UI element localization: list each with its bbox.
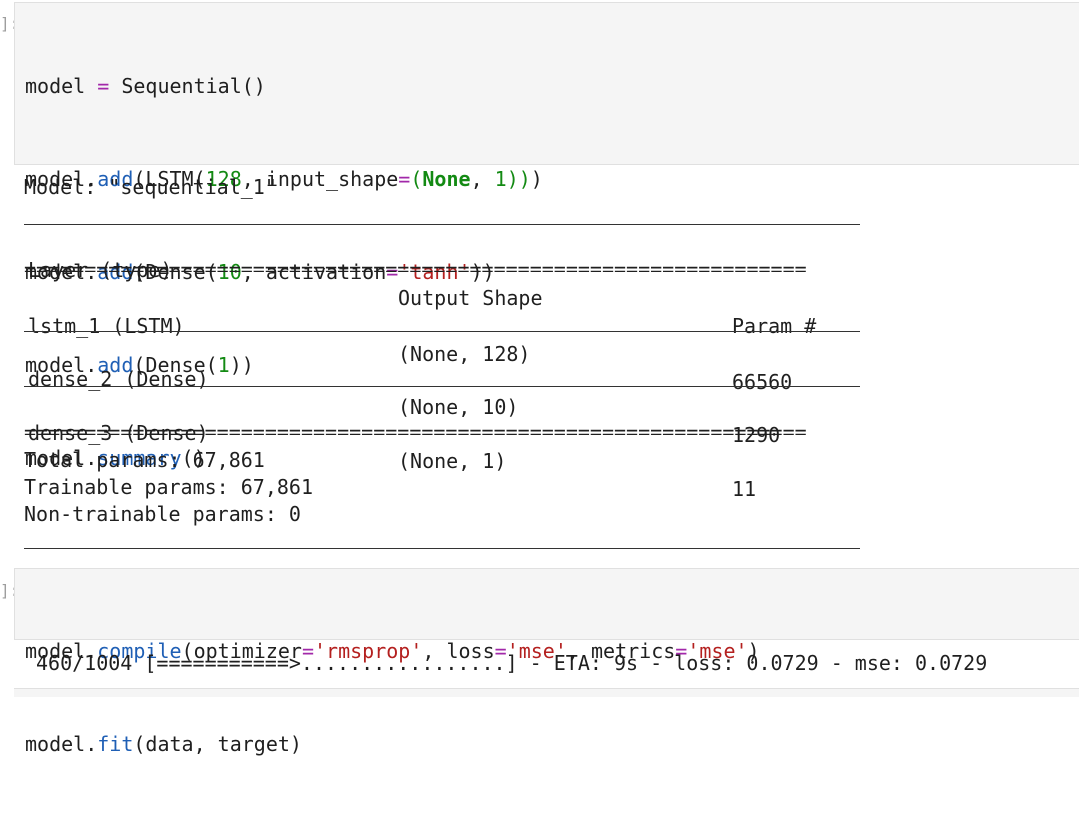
summary-rule-row1 <box>24 331 860 332</box>
summary-double-rule-1: ========================================… <box>24 266 860 272</box>
layer-name: lstm_1 (LSTM) <box>28 314 185 338</box>
summary-rule-bottom <box>24 548 860 549</box>
code-line-1: model = Sequential() <box>25 74 266 98</box>
table-row: dense_2 (Dense) (None, 10) 1290 <box>24 337 780 447</box>
output-shape: (None, 10) <box>398 395 519 419</box>
table-row: dense_3 (Dense) (None, 1) 11 <box>24 391 756 501</box>
layer-name: dense_2 (Dense) <box>28 367 209 391</box>
cell1-prompt: ]: <box>0 14 20 33</box>
model-name-line: Model: "sequential_1" <box>24 175 277 199</box>
output-shape: (None, 1) <box>398 449 507 473</box>
code-cell-2[interactable]: model.compile(optimizer='rmsprop', loss=… <box>14 568 1079 756</box>
summary-rule-top <box>24 224 860 225</box>
cell2-prompt: ]: <box>0 581 20 600</box>
table-row: lstm_1 (LSTM) (None, 128) 66560 <box>24 284 792 394</box>
output-shape: (None, 128) <box>398 342 531 366</box>
header-param: Param # <box>732 314 817 338</box>
param-count: 66560 <box>732 370 793 394</box>
trainable-params: Trainable params: 67,861 <box>24 475 313 499</box>
code-cell-2-source[interactable]: model.compile(optimizer='rmsprop', loss=… <box>25 574 760 822</box>
training-progress: 460/1004 [===========>.................]… <box>36 651 988 675</box>
code-cell-1[interactable]: model = Sequential() model.add(LSTM(128,… <box>14 2 1079 470</box>
total-params: Total params: 67,861 <box>24 448 265 472</box>
param-count: 11 <box>732 477 757 501</box>
param-count: 1290 <box>732 423 781 447</box>
header-output-shape: Output Shape <box>398 286 543 310</box>
code-line-2: model.fit(data, target) <box>25 732 302 756</box>
summary-header-row: Layer (type) Output Shape Param # <box>24 228 816 338</box>
non-trainable-params: Non-trainable params: 0 <box>24 502 301 526</box>
summary-double-rule-2: ========================================… <box>24 429 860 435</box>
summary-rule-row2 <box>24 386 860 387</box>
